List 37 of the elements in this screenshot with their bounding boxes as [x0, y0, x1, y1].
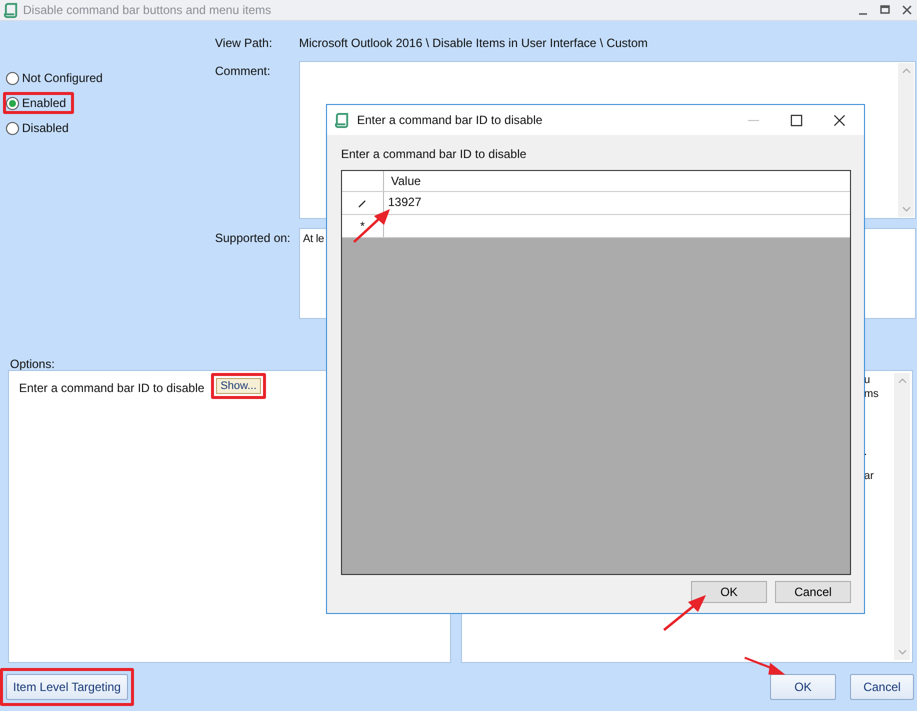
help-text: ms	[864, 387, 879, 401]
annotation-arrow	[662, 592, 708, 632]
radio-option[interactable]: Disabled	[6, 121, 69, 135]
radio-option[interactable]: Enabled	[6, 96, 66, 110]
radio-option[interactable]: Not Configured	[6, 71, 103, 85]
scroll-bar[interactable]	[898, 63, 914, 217]
maximize-icon[interactable]	[790, 114, 803, 126]
close-icon[interactable]	[833, 114, 846, 126]
dialog-prompt: Enter a command bar ID to disable	[341, 147, 528, 163]
options-label: Options:	[9, 356, 56, 369]
supported-on-text: At le	[302, 232, 326, 247]
pencil-icon	[358, 198, 367, 208]
footer-button[interactable]: Cancel	[850, 674, 914, 700]
field-label: View Path:	[214, 36, 274, 50]
dialog-button[interactable]: Cancel	[775, 581, 851, 603]
chevron-up-icon[interactable]	[898, 378, 906, 384]
dialog-button[interactable]: OK	[691, 581, 767, 603]
dialog-title: Enter a command bar ID to disable	[357, 113, 542, 127]
chevron-down-icon[interactable]	[898, 649, 906, 655]
annotation-arrow	[352, 208, 392, 244]
field-label: Comment:	[214, 63, 272, 80]
maximize-icon[interactable]	[879, 4, 891, 16]
scroll-icon	[335, 112, 350, 128]
chevron-down-icon[interactable]	[902, 206, 910, 212]
footer-button[interactable]: OK	[770, 674, 836, 700]
close-icon[interactable]	[901, 4, 913, 16]
view-path-value: Microsoft Outlook 2016 \ Disable Items in User Interface \ Custom	[299, 36, 648, 50]
help-text: .	[864, 445, 868, 459]
help-text: ar	[864, 469, 875, 483]
chevron-up-icon[interactable]	[902, 68, 910, 74]
field-label: Supported on:	[214, 230, 292, 247]
footer-button[interactable]: Item Level Targeting	[6, 674, 128, 700]
scroll-bar[interactable]	[894, 373, 910, 660]
scroll-icon	[4, 2, 19, 18]
window-title: Disable command bar buttons and menu items	[23, 3, 272, 17]
option-prompt: Enter a command bar ID to disable	[19, 380, 204, 395]
show-button[interactable]: Show...	[216, 378, 261, 394]
